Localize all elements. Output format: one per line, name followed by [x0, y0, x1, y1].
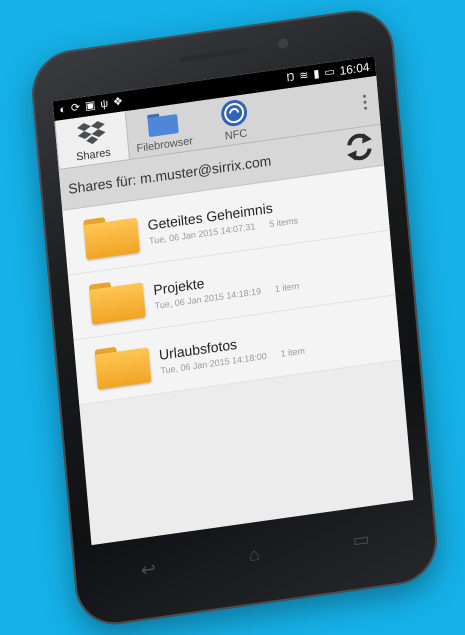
battery-icon: ▭ [323, 65, 336, 80]
usb-icon: ψ [99, 97, 109, 111]
overflow-menu-button[interactable] [349, 76, 381, 128]
item-count: 1 item [280, 345, 306, 359]
notification-icon: ◐ [58, 103, 67, 117]
tab-filebrowser[interactable]: Filebrowser [126, 101, 201, 159]
signal-icon: ▮ [312, 67, 321, 81]
back-icon[interactable]: ↩ [140, 558, 157, 581]
speaker-grille [179, 47, 249, 63]
nfc-status-icon: Ŋ [286, 71, 295, 85]
folder-icon [83, 213, 141, 261]
sync-icon[interactable] [343, 129, 376, 166]
dropbox-icon [75, 117, 107, 149]
folder-icon [94, 342, 152, 390]
phone-frame: ◐ ⟳ ▣ ψ ❖ Ŋ ≋ ▮ ▭ 16:04 Shares Filebrows… [28, 5, 441, 630]
recents-icon[interactable]: ▭ [352, 528, 371, 551]
folder-icon [88, 277, 146, 325]
app-screen: ◐ ⟳ ▣ ψ ❖ Ŋ ≋ ▮ ▭ 16:04 Shares Filebrows… [52, 55, 414, 546]
item-count: 1 item [274, 280, 300, 294]
image-icon: ▣ [84, 99, 96, 113]
sync-status-icon: ⟳ [70, 101, 81, 115]
front-camera [277, 37, 289, 50]
item-count: 5 items [268, 214, 299, 229]
nfc-icon [219, 97, 249, 129]
status-time: 16:04 [339, 59, 371, 78]
folder-icon [146, 107, 180, 139]
home-icon[interactable]: ⌂ [248, 543, 261, 565]
tab-shares-label: Shares [75, 146, 112, 164]
dropbox-status-icon: ❖ [112, 95, 124, 109]
tab-nfc[interactable]: NFC [197, 91, 272, 149]
tab-nfc-label: NFC [224, 127, 248, 143]
wifi-icon: ≋ [298, 69, 310, 83]
tab-shares[interactable]: Shares [54, 111, 130, 170]
